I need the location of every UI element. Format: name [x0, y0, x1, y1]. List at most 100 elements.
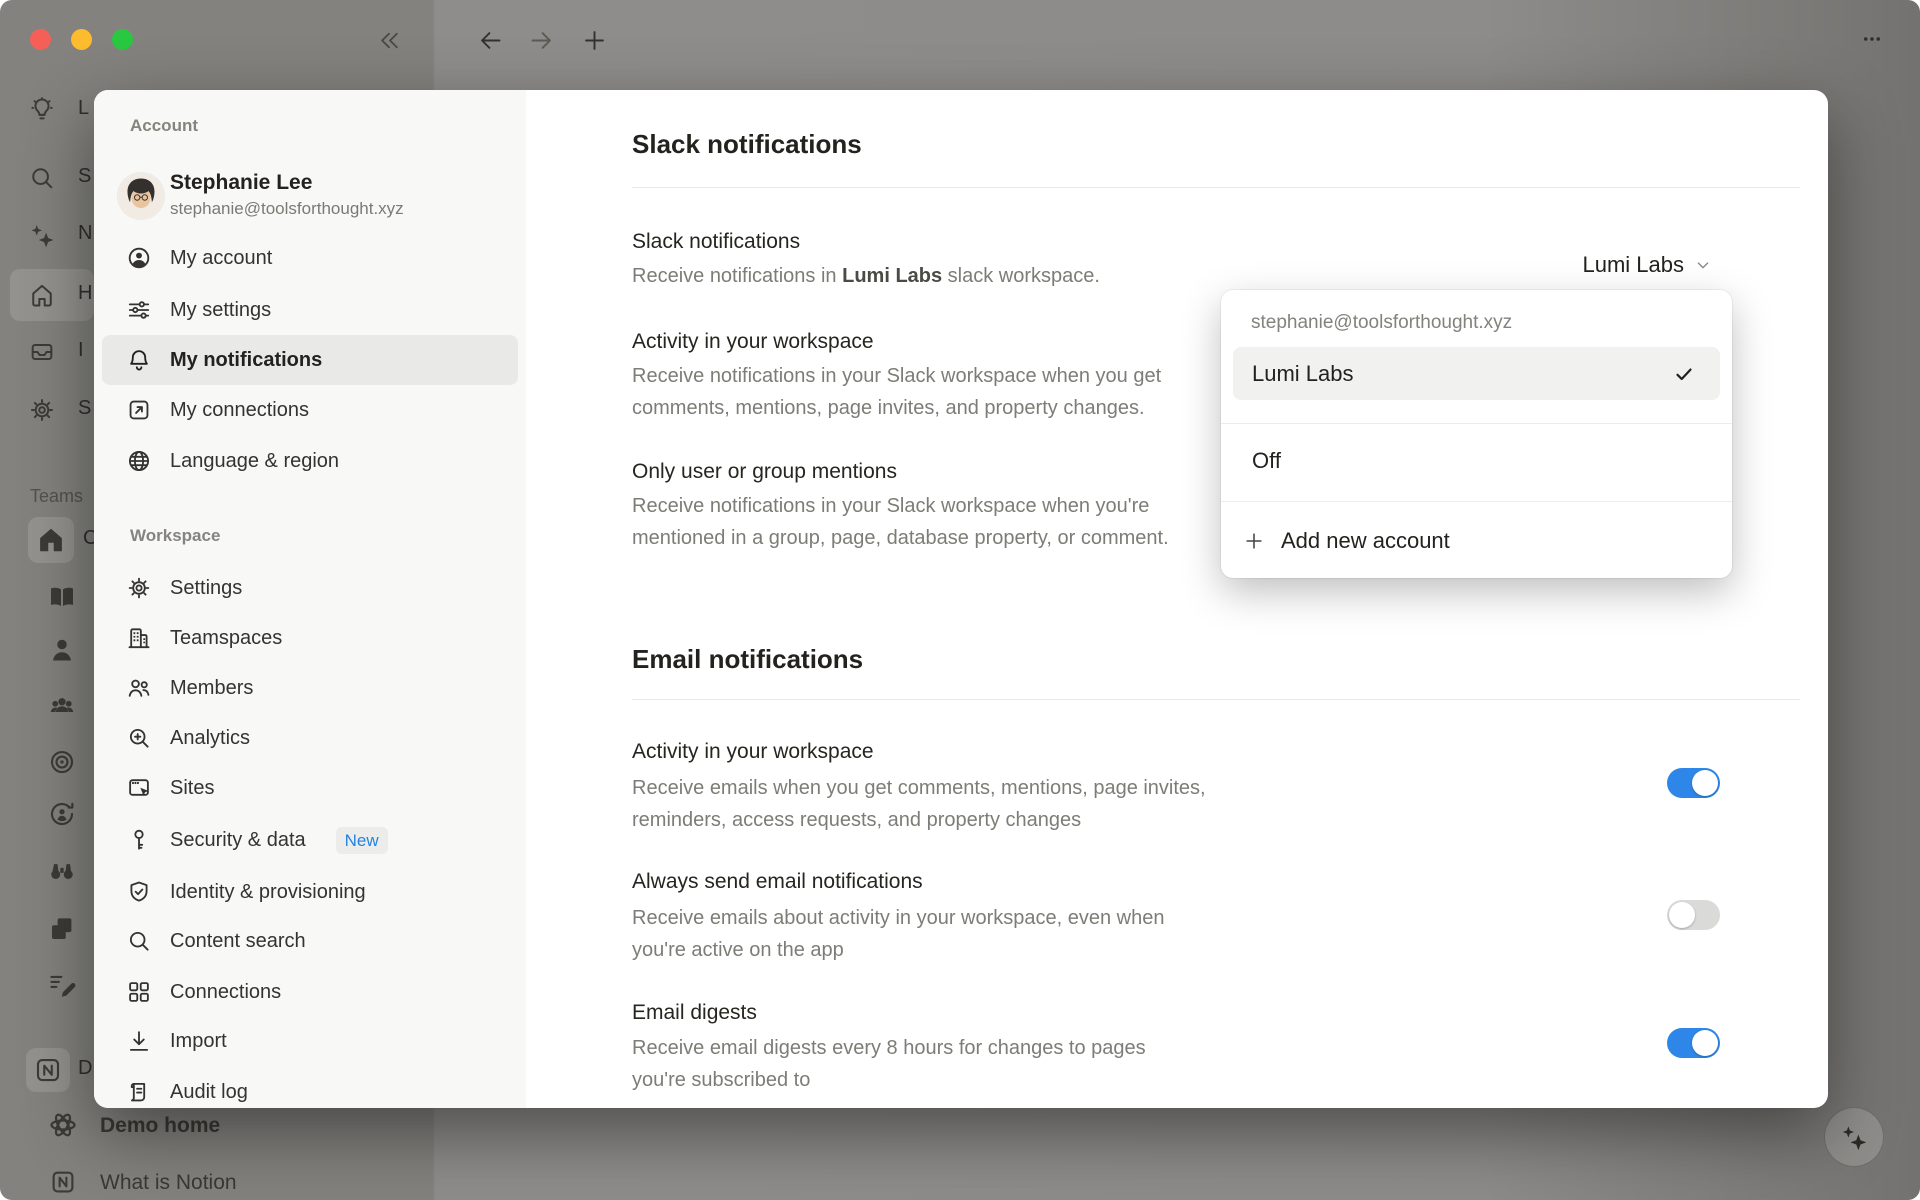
sidebar-item-label[interactable]: H — [78, 282, 92, 305]
settings-sidebar: Account Stephanie Lee stephanie@toolsfor… — [94, 90, 526, 1108]
dropdown-account-header: stephanie@toolsforthought.xyz — [1251, 312, 1512, 334]
slack-activity-row-title: Activity in your workspace — [632, 328, 874, 356]
sidebar-item-settings[interactable]: Settings — [102, 563, 518, 613]
sidebar-item-my-account[interactable]: My account — [102, 233, 518, 283]
slack-account-dropdown: stephanie@toolsforthought.xyz Lumi Labs … — [1221, 290, 1732, 578]
sidebar-item-teamspaces[interactable]: Teamspaces — [102, 613, 518, 663]
minimize-window-button[interactable] — [71, 29, 92, 50]
workspace-switcher-icon[interactable] — [28, 96, 56, 124]
sidebar-item-audit-log[interactable]: Audit log — [102, 1067, 518, 1117]
nav-label: My account — [170, 247, 272, 270]
check-icon — [1672, 362, 1696, 386]
browser-cursor-icon — [126, 775, 152, 801]
toggle-knob — [1669, 902, 1695, 928]
new-tab-icon[interactable] — [581, 27, 608, 54]
page-label[interactable]: What is Notion — [100, 1171, 237, 1195]
sidebar-item-label[interactable]: S — [78, 165, 91, 188]
desc-line: Receive notifications in your Slack work… — [632, 360, 1161, 392]
sidebar-item-security-data[interactable]: Security & data New — [102, 815, 518, 865]
bell-icon — [126, 347, 152, 373]
sidebar-item-my-notifications[interactable]: My notifications — [102, 335, 518, 385]
desc-line: you're active on the app — [632, 934, 1164, 966]
slack-activity-row-desc: Receive notifications in your Slack work… — [632, 360, 1161, 424]
dropdown-option-lumi-labs[interactable]: Lumi Labs — [1233, 347, 1720, 400]
desc-line: mentioned in a group, page, database pro… — [632, 522, 1169, 554]
search-icon[interactable] — [28, 164, 56, 192]
building-icon — [126, 625, 152, 651]
email-activity-row-desc: Receive emails when you get comments, me… — [632, 772, 1206, 836]
sidebar-item-language-region[interactable]: Language & region — [102, 436, 518, 486]
search-icon — [126, 928, 152, 954]
private-page-label[interactable]: D — [78, 1057, 92, 1080]
pages-icon[interactable] — [47, 914, 77, 944]
email-activity-toggle[interactable] — [1667, 768, 1720, 798]
teams-section-label: Teams — [30, 486, 83, 507]
settings-icon[interactable] — [28, 396, 56, 424]
magnifier-plus-icon — [126, 725, 152, 751]
email-digests-row-title: Email digests — [632, 999, 757, 1027]
collapse-sidebar-icon[interactable] — [376, 27, 403, 54]
sidebar-item-label[interactable]: N — [78, 222, 92, 245]
nav-label: Teamspaces — [170, 627, 282, 650]
section-divider — [632, 187, 1800, 188]
teamspace-home-icon[interactable] — [36, 525, 66, 555]
sidebar-item-analytics[interactable]: Analytics — [102, 713, 518, 763]
wiki-book-icon[interactable] — [47, 582, 77, 612]
nav-label: Sites — [170, 777, 214, 800]
person-icon[interactable] — [47, 635, 77, 665]
notion-window: L S N H I S Teams C D Demo home What is — [0, 0, 1920, 1200]
add-new-account-button[interactable]: Add new account — [1243, 528, 1450, 554]
forward-icon[interactable] — [528, 27, 555, 54]
sidebar-item-members[interactable]: Members — [102, 663, 518, 713]
sidebar-item-my-connections[interactable]: My connections — [102, 385, 518, 435]
page-label[interactable]: Demo home — [100, 1114, 220, 1138]
workspace-section-heading: Workspace — [130, 526, 220, 546]
people-icon[interactable] — [47, 692, 77, 722]
slack-account-select[interactable]: Lumi Labs — [1582, 248, 1713, 282]
email-digests-toggle[interactable] — [1667, 1028, 1720, 1058]
sidebar-item-label[interactable]: S — [78, 397, 91, 420]
settings-dialog: Account Stephanie Lee stephanie@toolsfor… — [94, 90, 1828, 1108]
inbox-icon[interactable] — [28, 338, 56, 366]
email-activity-row-title: Activity in your workspace — [632, 738, 874, 766]
notion-ai-fab[interactable] — [1824, 1107, 1884, 1167]
person-sync-icon[interactable] — [47, 799, 77, 829]
email-section-heading: Email notifications — [632, 643, 863, 675]
sidebar-item-my-settings[interactable]: My settings — [102, 285, 518, 335]
sidebar-item-import[interactable]: Import — [102, 1016, 518, 1066]
sidebar-item-connections[interactable]: Connections — [102, 967, 518, 1017]
zoom-window-button[interactable] — [112, 29, 133, 50]
nav-label: Members — [170, 677, 253, 700]
desc-line: Receive notifications in your Slack work… — [632, 490, 1169, 522]
sidebar-item-content-search[interactable]: Content search — [102, 916, 518, 966]
notion-page-icon[interactable] — [33, 1055, 63, 1085]
nav-label: My notifications — [170, 349, 322, 372]
key-icon — [126, 827, 152, 853]
sidebar-item-sites[interactable]: Sites — [102, 763, 518, 813]
atom-icon — [47, 1109, 79, 1141]
nav-label: Content search — [170, 930, 306, 953]
workspace-name: Lumi Labs — [842, 265, 942, 287]
sidebar-item-label[interactable]: L — [78, 97, 89, 120]
compose-icon[interactable] — [47, 970, 77, 1000]
slack-notifications-row-title: Slack notifications — [632, 228, 800, 256]
notion-ai-icon[interactable] — [28, 221, 56, 249]
target-icon[interactable] — [47, 747, 77, 777]
chevron-down-icon — [1693, 255, 1713, 275]
slack-mentions-row-desc: Receive notifications in your Slack work… — [632, 490, 1169, 554]
home-icon[interactable] — [28, 281, 56, 309]
nav-label: My connections — [170, 399, 309, 422]
sidebar-item-identity-provisioning[interactable]: Identity & provisioning — [102, 867, 518, 917]
back-icon[interactable] — [477, 27, 504, 54]
add-account-label: Add new account — [1281, 528, 1450, 554]
dropdown-option-off[interactable]: Off — [1252, 448, 1281, 474]
binoculars-icon[interactable] — [47, 856, 77, 886]
more-options-icon[interactable] — [1850, 29, 1894, 49]
sidebar-item-label[interactable]: I — [78, 339, 84, 362]
always-send-toggle[interactable] — [1667, 900, 1720, 930]
person-circle-icon — [126, 245, 152, 271]
desc-line: you're subscribed to — [632, 1064, 1146, 1096]
plus-icon — [1243, 530, 1265, 552]
close-window-button[interactable] — [30, 29, 51, 50]
gear-icon — [126, 575, 152, 601]
